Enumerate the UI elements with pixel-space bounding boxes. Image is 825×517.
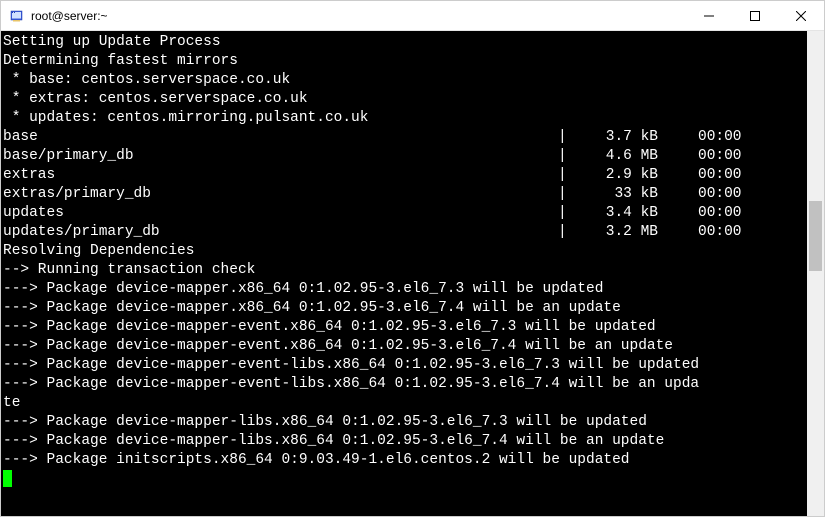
terminal-output[interactable]: Setting up Update ProcessDetermining fas… — [1, 31, 807, 516]
repo-line: extras/primary_db| 33 kB00:00 — [3, 185, 805, 204]
repo-line: updates/primary_db|3.2 MB00:00 — [3, 223, 805, 242]
terminal-line: --> Running transaction check — [3, 261, 805, 280]
terminal-line: ---> Package device-mapper-libs.x86_64 0… — [3, 413, 805, 432]
maximize-button[interactable] — [732, 1, 778, 30]
terminal-window: root@server:~ Setting up Update ProcessD… — [0, 0, 825, 517]
terminal-line: * extras: centos.serverspace.co.uk — [3, 90, 805, 109]
terminal-line: Resolving Dependencies — [3, 242, 805, 261]
terminal-line: * updates: centos.mirroring.pulsant.co.u… — [3, 109, 805, 128]
titlebar[interactable]: root@server:~ — [1, 1, 824, 31]
terminal-line: ---> Package device-mapper-event.x86_64 … — [3, 337, 805, 356]
terminal-line: ---> Package initscripts.x86_64 0:9.03.4… — [3, 451, 805, 470]
scrollbar[interactable] — [807, 31, 824, 516]
terminal-line: ---> Package device-mapper-event.x86_64 … — [3, 318, 805, 337]
repo-line: updates|3.4 kB00:00 — [3, 204, 805, 223]
terminal-line: ---> Package device-mapper-libs.x86_64 0… — [3, 432, 805, 451]
window-title: root@server:~ — [31, 9, 686, 23]
repo-line: base/primary_db|4.6 MB00:00 — [3, 147, 805, 166]
scrollbar-thumb[interactable] — [809, 201, 822, 271]
terminal-line: ---> Package device-mapper-event-libs.x8… — [3, 375, 805, 394]
repo-line: extras|2.9 kB00:00 — [3, 166, 805, 185]
terminal-line: ---> Package device-mapper-event-libs.x8… — [3, 356, 805, 375]
cursor — [3, 470, 12, 487]
terminal-line: * base: centos.serverspace.co.uk — [3, 71, 805, 90]
window-controls — [686, 1, 824, 30]
terminal-area: Setting up Update ProcessDetermining fas… — [1, 31, 824, 516]
repo-line: base|3.7 kB00:00 — [3, 128, 805, 147]
cursor-line — [3, 470, 805, 489]
terminal-line: ---> Package device-mapper.x86_64 0:1.02… — [3, 299, 805, 318]
putty-icon — [9, 8, 25, 24]
close-button[interactable] — [778, 1, 824, 30]
minimize-button[interactable] — [686, 1, 732, 30]
terminal-line: Setting up Update Process — [3, 33, 805, 52]
terminal-line: ---> Package device-mapper.x86_64 0:1.02… — [3, 280, 805, 299]
terminal-line: Determining fastest mirrors — [3, 52, 805, 71]
terminal-line: te — [3, 394, 805, 413]
